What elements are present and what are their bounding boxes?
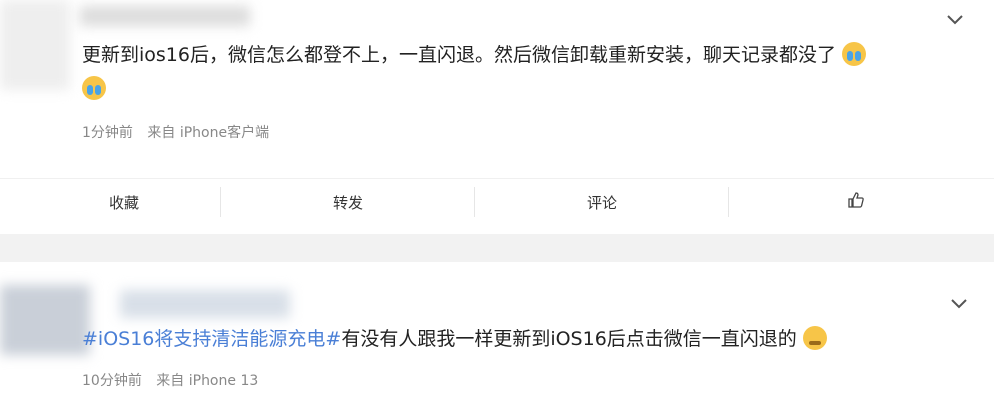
- comment-label: 评论: [586, 193, 617, 212]
- favorite-label: 收藏: [108, 193, 139, 212]
- avatar[interactable]: [0, 0, 70, 90]
- post-time: 10分钟前: [82, 373, 142, 389]
- chevron-down-icon[interactable]: [948, 292, 970, 314]
- post-meta: 1分钟前 来自 iPhone客户端: [82, 122, 279, 142]
- repost-button[interactable]: 转发: [224, 179, 472, 225]
- action-bar: 收藏 转发 评论: [0, 178, 994, 225]
- avatar[interactable]: [0, 285, 90, 355]
- repost-label: 转发: [332, 193, 363, 212]
- post-body: 有没有人跟我一样更新到iOS16后点击微信一直闪退的: [341, 328, 797, 350]
- comment-button[interactable]: 评论: [478, 179, 726, 225]
- like-button[interactable]: [732, 179, 980, 225]
- divider: [474, 187, 475, 217]
- chevron-down-icon[interactable]: [944, 8, 966, 30]
- post-meta: 10分钟前 来自 iPhone 13: [82, 370, 268, 390]
- sweat-smile-emoji-icon: [802, 326, 827, 350]
- post-source: 来自 iPhone客户端: [147, 125, 270, 141]
- post-time: 1分钟前: [82, 125, 133, 141]
- topic-link[interactable]: #iOS16将支持清洁能源充电#: [82, 328, 341, 350]
- favorite-button[interactable]: 收藏: [0, 179, 248, 225]
- post-source: 来自 iPhone 13: [156, 373, 259, 389]
- post-text: #iOS16将支持清洁能源充电#有没有人跟我一样更新到iOS16后点击微信一直闪…: [82, 322, 942, 356]
- username[interactable]: [120, 290, 290, 318]
- crying-emoji-icon: [842, 42, 867, 66]
- divider: [728, 187, 729, 217]
- crying-emoji-icon: [82, 76, 106, 100]
- post-card-1: 更新到ios16后，微信怎么都登不上，一直闪退。然后微信卸载重新安装，聊天记录都…: [0, 0, 994, 234]
- thumbs-up-icon: [846, 190, 866, 214]
- post-separator: [0, 234, 994, 262]
- post-text: 更新到ios16后，微信怎么都登不上，一直闪退。然后微信卸载重新安装，聊天记录都…: [82, 38, 942, 106]
- divider: [220, 187, 221, 217]
- username[interactable]: [80, 6, 250, 26]
